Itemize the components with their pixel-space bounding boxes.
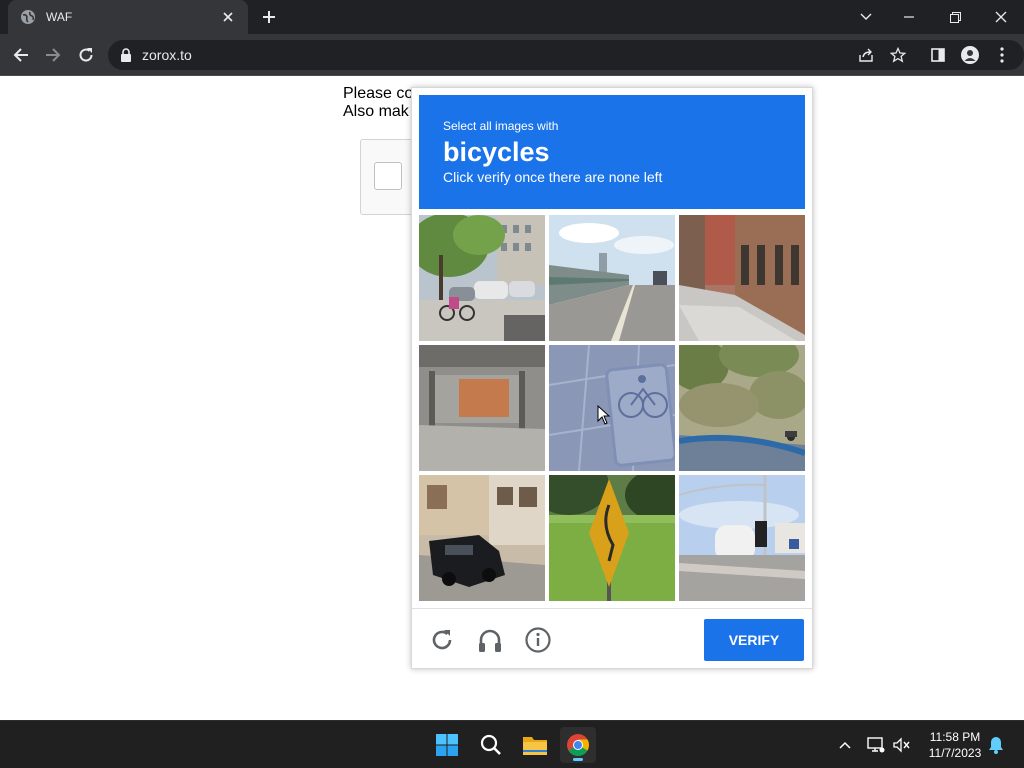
refresh-icon[interactable]	[428, 626, 456, 654]
back-arrow-icon[interactable]	[9, 43, 33, 67]
system-clock[interactable]: 11:58 PM 11/7/2023	[920, 729, 990, 761]
tab-title: WAF	[46, 10, 73, 24]
clock-time: 11:58 PM	[929, 730, 981, 744]
close-window-button[interactable]	[978, 0, 1024, 34]
clock-date: 11/7/2023	[928, 746, 982, 760]
restore-button[interactable]	[932, 0, 978, 34]
search-icon[interactable]	[473, 727, 509, 763]
tab-search-chevron-icon[interactable]	[846, 0, 886, 34]
bookmark-star-icon[interactable]	[886, 43, 910, 67]
taskbar: 11:58 PM 11/7/2023	[0, 720, 1024, 768]
file-explorer-icon[interactable]	[517, 727, 553, 763]
profile-avatar-icon[interactable]	[958, 43, 982, 67]
minimize-button[interactable]	[886, 0, 932, 34]
captcha-challenge-dialog: Select all images with bicycles Click ve…	[411, 87, 813, 669]
chrome-icon[interactable]	[560, 727, 596, 763]
chevron-up-icon[interactable]	[835, 735, 855, 755]
prompt-intro: Select all images with	[443, 119, 559, 133]
share-icon[interactable]	[854, 43, 878, 67]
browser-tab[interactable]: WAF	[8, 0, 248, 34]
reload-icon[interactable]	[74, 43, 98, 67]
image-tile-5[interactable]	[549, 345, 675, 471]
url-text: zorox.to	[142, 47, 192, 63]
side-panel-icon[interactable]	[926, 43, 950, 67]
image-tile-6[interactable]	[679, 345, 805, 471]
browser-toolbar: zorox.to	[0, 34, 1024, 76]
info-icon[interactable]	[524, 626, 552, 654]
active-app-indicator	[573, 758, 583, 761]
notification-bell-icon[interactable]	[986, 735, 1006, 755]
volume-muted-icon[interactable]	[892, 735, 912, 755]
headphones-icon[interactable]	[476, 626, 504, 654]
kebab-menu-icon[interactable]	[990, 43, 1014, 67]
image-tile-7[interactable]	[419, 475, 545, 601]
close-tab-icon[interactable]	[220, 9, 236, 25]
network-icon[interactable]	[866, 735, 886, 755]
image-tile-8[interactable]	[549, 475, 675, 601]
new-tab-button[interactable]	[258, 6, 280, 28]
challenge-prompt: Select all images with bicycles Click ve…	[419, 95, 805, 209]
windows-start-icon[interactable]	[429, 727, 465, 763]
image-tile-9[interactable]	[679, 475, 805, 601]
tab-strip: WAF	[0, 0, 1024, 34]
image-tile-3[interactable]	[679, 215, 805, 341]
prompt-object: bicycles	[443, 137, 550, 167]
forward-arrow-icon[interactable]	[41, 43, 65, 67]
mouse-cursor-icon	[597, 404, 611, 425]
globe-icon	[20, 9, 36, 25]
verify-button[interactable]: VERIFY	[704, 619, 804, 661]
lock-icon[interactable]	[120, 48, 132, 62]
image-grid	[419, 215, 809, 605]
captcha-checkbox[interactable]	[374, 162, 402, 190]
image-tile-2[interactable]	[549, 215, 675, 341]
image-tile-1[interactable]	[419, 215, 545, 341]
image-tile-4[interactable]	[419, 345, 545, 471]
challenge-footer: VERIFY	[412, 608, 812, 670]
prompt-note: Click verify once there are none left	[443, 169, 663, 185]
